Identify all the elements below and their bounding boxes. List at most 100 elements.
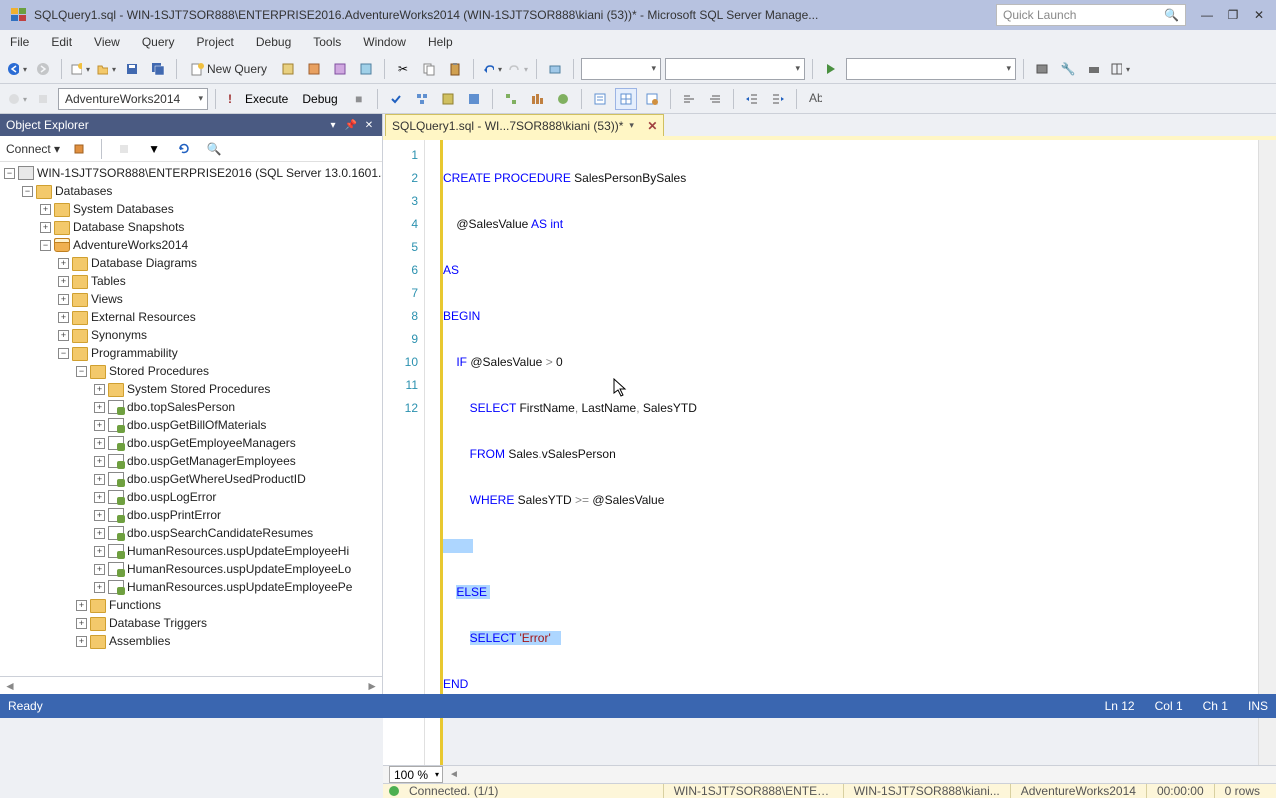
minimize-button[interactable]: — [1194,4,1220,26]
comment-button[interactable] [678,88,700,110]
tree-sp-item[interactable]: +dbo.uspGetBillOfMaterials [0,416,382,434]
analysis-query-button[interactable] [303,58,325,80]
menu-help[interactable]: Help [424,33,457,51]
object-explorer-tree[interactable]: −WIN-1SJT7SOR888\ENTERPRISE2016 (SQL Ser… [0,162,382,676]
tree-functions[interactable]: +Functions [0,596,382,614]
registered-servers-button[interactable] [1031,58,1053,80]
increase-indent-button[interactable] [767,88,789,110]
include-client-stats-button[interactable] [552,88,574,110]
tree-external-resources[interactable]: +External Resources [0,308,382,326]
zoom-select[interactable]: 100 % [389,766,443,783]
decrease-indent-button[interactable] [741,88,763,110]
tree-system-stored-procedures[interactable]: +System Stored Procedures [0,380,382,398]
change-connection-button[interactable] [6,88,28,110]
tree-views[interactable]: +Views [0,290,382,308]
panel-close-button[interactable]: ✕ [362,118,376,132]
nav-back-button[interactable] [6,58,28,80]
parse-button[interactable] [385,88,407,110]
solution-config-select[interactable] [581,58,661,80]
tab-close-button[interactable]: ✕ [647,119,657,133]
panel-dropdown-button[interactable]: ▾ [326,118,340,132]
oe-scrollbar-horizontal[interactable]: ◄► [0,676,382,694]
cancel-executing-button[interactable]: ■ [348,88,370,110]
tab-dropdown-icon[interactable]: ▾ [629,120,641,131]
results-text-button[interactable] [589,88,611,110]
oe-stop-button[interactable] [113,138,135,160]
copy-button[interactable] [418,58,440,80]
dmx-query-button[interactable] [355,58,377,80]
menu-view[interactable]: View [90,33,124,51]
undo-button[interactable] [481,58,503,80]
open-button[interactable] [95,58,117,80]
quick-launch-input[interactable]: Quick Launch 🔍 [996,4,1186,26]
tree-sp-item[interactable]: +dbo.uspGetWhereUsedProductID [0,470,382,488]
save-button[interactable] [121,58,143,80]
connect-button[interactable]: Connect ▾ [6,142,60,156]
specify-values-button[interactable]: Ab [804,88,826,110]
toolbox-button[interactable] [1083,58,1105,80]
code-content[interactable]: CREATE PROCEDURE SalesPersonBySales @Sal… [443,140,1258,765]
menu-debug[interactable]: Debug [252,33,295,51]
activity-monitor-button[interactable] [544,58,566,80]
intellisense-button[interactable] [463,88,485,110]
solution-platform-select[interactable] [665,58,805,80]
results-grid-button[interactable] [615,88,637,110]
restore-button[interactable]: ❐ [1220,4,1246,26]
mdx-query-button[interactable] [329,58,351,80]
new-project-button[interactable] [69,58,91,80]
start-debug-button[interactable] [820,58,842,80]
new-query-button[interactable]: New Query [184,62,273,76]
find-select[interactable] [846,58,1016,80]
panel-pin-button[interactable]: 📌 [344,118,358,132]
include-live-stats-button[interactable] [526,88,548,110]
available-db-button[interactable] [32,88,54,110]
tree-sp-item[interactable]: +dbo.topSalesPerson [0,398,382,416]
tree-adventureworks[interactable]: −AdventureWorks2014 [0,236,382,254]
tree-stored-procedures[interactable]: −Stored Procedures [0,362,382,380]
oe-filter-button[interactable]: ▼ [143,138,165,160]
hscroll-left-icon[interactable]: ◄ [449,769,459,780]
oe-refresh-button[interactable] [173,138,195,160]
query-options-button[interactable] [437,88,459,110]
editor-tab[interactable]: SQLQuery1.sql - WI...7SOR888\kiani (53))… [385,114,664,136]
menu-query[interactable]: Query [138,33,179,51]
close-button[interactable]: ✕ [1246,4,1272,26]
menu-tools[interactable]: Tools [309,33,345,51]
tree-database-snapshots[interactable]: +Database Snapshots [0,218,382,236]
tree-server[interactable]: −WIN-1SJT7SOR888\ENTERPRISE2016 (SQL Ser… [0,164,382,182]
tree-sp-item[interactable]: +dbo.uspPrintError [0,506,382,524]
menu-edit[interactable]: Edit [47,33,76,51]
tree-sp-item[interactable]: +HumanResources.uspUpdateEmployeePe [0,578,382,596]
tree-sp-item[interactable]: +HumanResources.uspUpdateEmployeeLo [0,560,382,578]
database-selector[interactable]: AdventureWorks2014 [58,88,208,110]
tree-system-databases[interactable]: +System Databases [0,200,382,218]
window-layout-button[interactable] [1109,58,1131,80]
cancel-query-icon[interactable]: ! [223,92,237,106]
tree-database-triggers[interactable]: +Database Triggers [0,614,382,632]
tree-sp-item[interactable]: +HumanResources.uspUpdateEmployeeHi [0,542,382,560]
debug-button[interactable]: Debug [296,92,343,106]
nav-forward-button[interactable] [32,58,54,80]
display-plan-button[interactable] [411,88,433,110]
db-engine-query-button[interactable] [277,58,299,80]
tree-databases[interactable]: −Databases [0,182,382,200]
include-plan-button[interactable] [500,88,522,110]
tree-programmability[interactable]: −Programmability [0,344,382,362]
menu-window[interactable]: Window [359,33,410,51]
redo-button[interactable] [507,58,529,80]
paste-button[interactable] [444,58,466,80]
tree-database-diagrams[interactable]: +Database Diagrams [0,254,382,272]
tree-sp-item[interactable]: +dbo.uspGetEmployeeManagers [0,434,382,452]
tree-synonyms[interactable]: +Synonyms [0,326,382,344]
oe-search-button[interactable]: 🔍 [203,138,225,160]
results-file-button[interactable] [641,88,663,110]
menu-file[interactable]: File [6,33,33,51]
uncomment-button[interactable] [704,88,726,110]
menu-project[interactable]: Project [193,33,238,51]
tree-sp-item[interactable]: +dbo.uspGetManagerEmployees [0,452,382,470]
tree-sp-item[interactable]: +dbo.uspLogError [0,488,382,506]
tree-sp-item[interactable]: +dbo.uspSearchCandidateResumes [0,524,382,542]
tree-tables[interactable]: +Tables [0,272,382,290]
tree-assemblies[interactable]: +Assemblies [0,632,382,650]
oe-disconnect-button[interactable] [68,138,90,160]
